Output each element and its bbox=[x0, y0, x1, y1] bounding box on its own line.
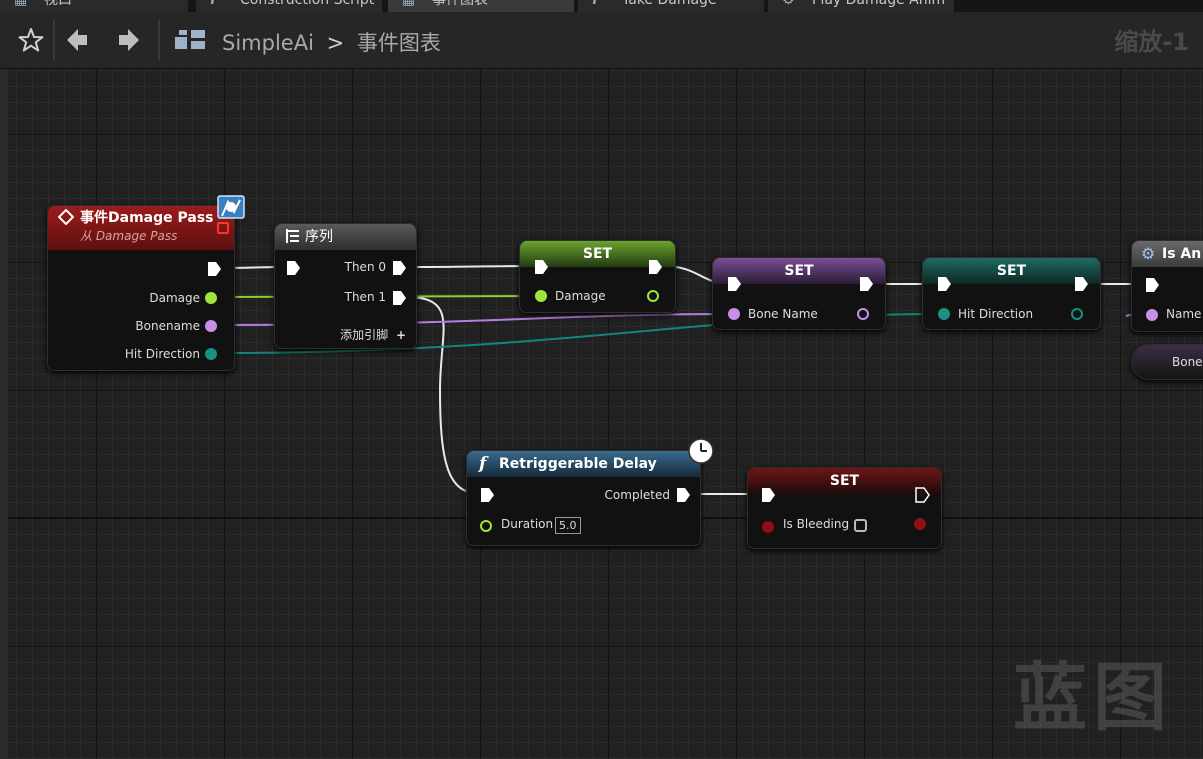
bone-name-out-pin-icon[interactable] bbox=[857, 308, 869, 320]
exec-in-pin-icon[interactable] bbox=[1144, 277, 1160, 293]
blueprint-watermark: 蓝图 bbox=[1013, 655, 1173, 741]
exec-out-pin-icon[interactable] bbox=[858, 276, 874, 292]
hit-direction-out-pin-icon[interactable] bbox=[1071, 308, 1083, 320]
add-pin-button[interactable]: 添加引脚 + bbox=[340, 326, 406, 343]
exec-out-pin-icon[interactable] bbox=[1073, 276, 1089, 292]
replicated-event-icon bbox=[216, 192, 248, 226]
bone-variable-getter[interactable]: Bone bbox=[1131, 344, 1203, 380]
is-bleeding-checkbox[interactable] bbox=[854, 519, 867, 532]
clock-icon bbox=[688, 438, 714, 464]
bonename-pin-icon[interactable] bbox=[205, 320, 217, 332]
set-bone-name-node[interactable]: SET Bone Name bbox=[712, 257, 886, 330]
node-header: 事件Damage Pass 从 Damage Pass bbox=[48, 206, 234, 250]
set-is-bleeding-node[interactable]: SET Is Bleeding bbox=[747, 467, 942, 549]
function-icon: f bbox=[479, 454, 487, 474]
exec-out-pin-icon[interactable] bbox=[675, 487, 691, 503]
node-header: f Retriggerable Delay bbox=[467, 451, 700, 477]
retriggerable-delay-node[interactable]: f Retriggerable Delay Completed Duration… bbox=[466, 438, 714, 546]
exec-in-pin-icon[interactable] bbox=[936, 276, 952, 292]
is-anim-node[interactable]: ⚙ Is An Name bbox=[1131, 240, 1203, 332]
hit-direction-pin-icon[interactable] bbox=[205, 348, 217, 360]
node-header: 序列 bbox=[275, 224, 416, 250]
duration-value-field[interactable]: 5.0 bbox=[555, 517, 581, 534]
plus-icon: + bbox=[395, 328, 406, 342]
damage-out-pin-icon[interactable] bbox=[647, 290, 659, 302]
is-bleeding-in-pin-icon[interactable] bbox=[762, 521, 774, 533]
exec-in-pin-icon[interactable] bbox=[760, 487, 776, 503]
gear-icon: ⚙ bbox=[1141, 244, 1156, 263]
event-diamond-icon bbox=[57, 208, 75, 233]
hit-direction-in-pin-icon[interactable] bbox=[938, 308, 950, 320]
exec-in-pin-icon[interactable] bbox=[479, 487, 495, 503]
exec-in-pin-icon[interactable] bbox=[285, 260, 301, 276]
exec-out-pin-icon[interactable] bbox=[206, 261, 222, 277]
exec-out-pin-icon[interactable] bbox=[914, 487, 930, 503]
duration-pin-icon[interactable] bbox=[480, 520, 492, 532]
exec-out-pin-icon[interactable] bbox=[391, 290, 407, 306]
is-bleeding-out-pin-icon[interactable] bbox=[914, 518, 926, 530]
name-in-pin-icon[interactable] bbox=[1146, 309, 1158, 321]
set-damage-node[interactable]: SET Damage bbox=[519, 240, 676, 313]
bone-name-in-pin-icon[interactable] bbox=[728, 308, 740, 320]
sequence-icon bbox=[284, 224, 302, 257]
node-header: SET bbox=[748, 468, 941, 494]
exec-in-pin-icon[interactable] bbox=[726, 276, 742, 292]
event-damage-pass-node[interactable]: 事件Damage Pass 从 Damage Pass Damage Bonen… bbox=[47, 195, 245, 371]
exec-in-pin-icon[interactable] bbox=[533, 259, 549, 275]
set-hit-direction-node[interactable]: SET Hit Direction bbox=[922, 257, 1101, 330]
damage-in-pin-icon[interactable] bbox=[535, 290, 547, 302]
exec-wire[interactable] bbox=[405, 265, 533, 268]
exec-out-pin-icon[interactable] bbox=[391, 260, 407, 276]
damage-pin-icon[interactable] bbox=[205, 292, 217, 304]
node-header: ⚙ Is An bbox=[1132, 241, 1203, 267]
sequence-node[interactable]: 序列 Then 0 Then 1 添加引脚 + bbox=[274, 223, 417, 349]
exec-out-pin-icon[interactable] bbox=[647, 259, 663, 275]
